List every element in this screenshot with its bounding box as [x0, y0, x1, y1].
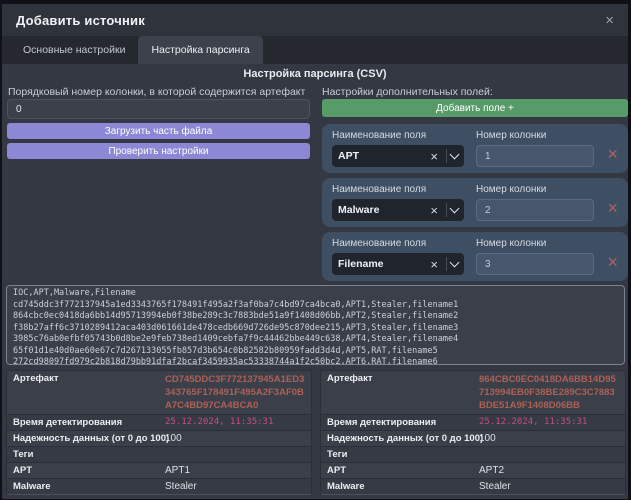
row-label: Надежность данных (от 0 до 100): [7, 431, 159, 446]
table-row: Надежность данных (от 0 до 100) 100: [321, 431, 625, 447]
clear-icon[interactable]: ×: [426, 150, 442, 163]
column-number-label: Номер колонки: [476, 238, 602, 249]
column-number-label: Номер колонки: [476, 184, 602, 195]
select-divider: [446, 203, 447, 217]
selected-value: Malware: [338, 204, 426, 216]
table-row: Теги: [7, 447, 311, 463]
column-number-input[interactable]: [476, 199, 594, 221]
chevron-down-icon[interactable]: [450, 150, 460, 160]
close-icon[interactable]: ×: [605, 13, 614, 28]
table-row: Артефакт 864CBC0EC0418DA6BB14D95713994EB…: [321, 371, 625, 415]
table-row: Malware Stealer: [321, 479, 625, 494]
row-label: Теги: [321, 447, 473, 462]
table-row: Артефакт CD745DDC3F772137945A1ED3343765F…: [7, 371, 311, 415]
table-row: Надежность данных (от 0 до 100) 100: [7, 431, 311, 447]
table-row: Malware Stealer: [7, 479, 311, 494]
chevron-down-icon[interactable]: [450, 258, 460, 268]
row-label: Надежность данных (от 0 до 100): [321, 431, 473, 446]
section-title: Настройка парсинга (CSV): [2, 68, 628, 80]
field-name-label: Наименование поля: [332, 184, 476, 195]
add-field-button[interactable]: Добавить поле +: [322, 99, 628, 117]
clear-icon[interactable]: ×: [426, 258, 442, 271]
csv-preview-textarea[interactable]: IOC,APT,Malware,Filename cd745ddc3f77213…: [6, 285, 625, 365]
field-name-label: Наименование поля: [332, 130, 476, 141]
apt-value: APT2: [473, 463, 625, 478]
add-source-modal: Добавить источник × Основные настройки Н…: [2, 4, 628, 499]
row-label: Артефакт: [7, 371, 159, 414]
column-number-input[interactable]: [476, 253, 594, 275]
tags-value: [159, 447, 311, 462]
additional-fields-label: Настройки дополнительных полей:: [322, 86, 628, 98]
reliability-value: 100: [159, 431, 311, 446]
row-label: Артефакт: [321, 371, 473, 414]
table-row: APT APT1: [7, 463, 311, 479]
field-row: Наименование поля Malware × Номер колонк…: [322, 178, 628, 227]
artifact-value: 864CBC0EC0418DA6BB14D95713994EB0F38BE289…: [473, 371, 625, 414]
table-row: Теги: [321, 447, 625, 463]
tab-bar: Основные настройки Настройка парсинга: [2, 36, 628, 64]
row-label: Malware: [7, 479, 159, 494]
chevron-down-icon[interactable]: [450, 204, 460, 214]
remove-field-icon[interactable]: ×: [607, 145, 618, 163]
row-label: Malware: [321, 479, 473, 494]
field-row: Наименование поля Filename × Номер колон…: [322, 232, 628, 281]
field-row: Наименование поля APT × Номер колонки ×: [322, 124, 628, 173]
malware-value: Stealer: [473, 479, 625, 494]
artifact-value: CD745DDC3F772137945A1ED3343765F178491F49…: [159, 371, 311, 414]
table-row: APT APT2: [321, 463, 625, 479]
remove-field-icon[interactable]: ×: [607, 253, 618, 271]
column-number-input[interactable]: [476, 145, 594, 167]
remove-field-icon[interactable]: ×: [607, 199, 618, 217]
detect-time-value: 25.12.2024, 11:35:31: [473, 415, 625, 430]
parse-result-table: Артефакт 864CBC0EC0418DA6BB14D95713994EB…: [320, 370, 626, 495]
row-label: APT: [321, 463, 473, 478]
select-divider: [446, 257, 447, 271]
load-file-part-button[interactable]: Загрузить часть файла: [7, 123, 310, 139]
select-divider: [446, 149, 447, 163]
column-number-label: Номер колонки: [476, 130, 602, 141]
tab-basic-settings[interactable]: Основные настройки: [10, 36, 138, 64]
field-name-select[interactable]: APT ×: [332, 145, 464, 167]
apt-value: APT1: [159, 463, 311, 478]
row-label: Время детектирования: [7, 415, 159, 430]
row-label: Теги: [7, 447, 159, 462]
parse-result-table: Артефакт CD745DDC3F772137945A1ED3343765F…: [6, 370, 312, 495]
clear-icon[interactable]: ×: [426, 204, 442, 217]
table-row: Время детектирования 25.12.2024, 11:35:3…: [7, 415, 311, 431]
tags-value: [473, 447, 625, 462]
modal-titlebar: Добавить источник ×: [2, 4, 628, 36]
table-row: Время детектирования 25.12.2024, 11:35:3…: [321, 415, 625, 431]
selected-value: Filename: [338, 258, 426, 270]
row-label: APT: [7, 463, 159, 478]
tab-parsing-settings[interactable]: Настройка парсинга: [138, 36, 262, 64]
malware-value: Stealer: [159, 479, 311, 494]
field-name-select[interactable]: Malware ×: [332, 199, 464, 221]
check-settings-button[interactable]: Проверить настройки: [7, 143, 310, 159]
field-name-label: Наименование поля: [332, 238, 476, 249]
detect-time-value: 25.12.2024, 11:35:31: [159, 415, 311, 430]
artifact-column-input[interactable]: [7, 99, 310, 119]
field-name-select[interactable]: Filename ×: [332, 253, 464, 275]
reliability-value: 100: [473, 431, 625, 446]
modal-title: Добавить источник: [16, 13, 145, 28]
row-label: Время детектирования: [321, 415, 473, 430]
selected-value: APT: [338, 150, 426, 162]
